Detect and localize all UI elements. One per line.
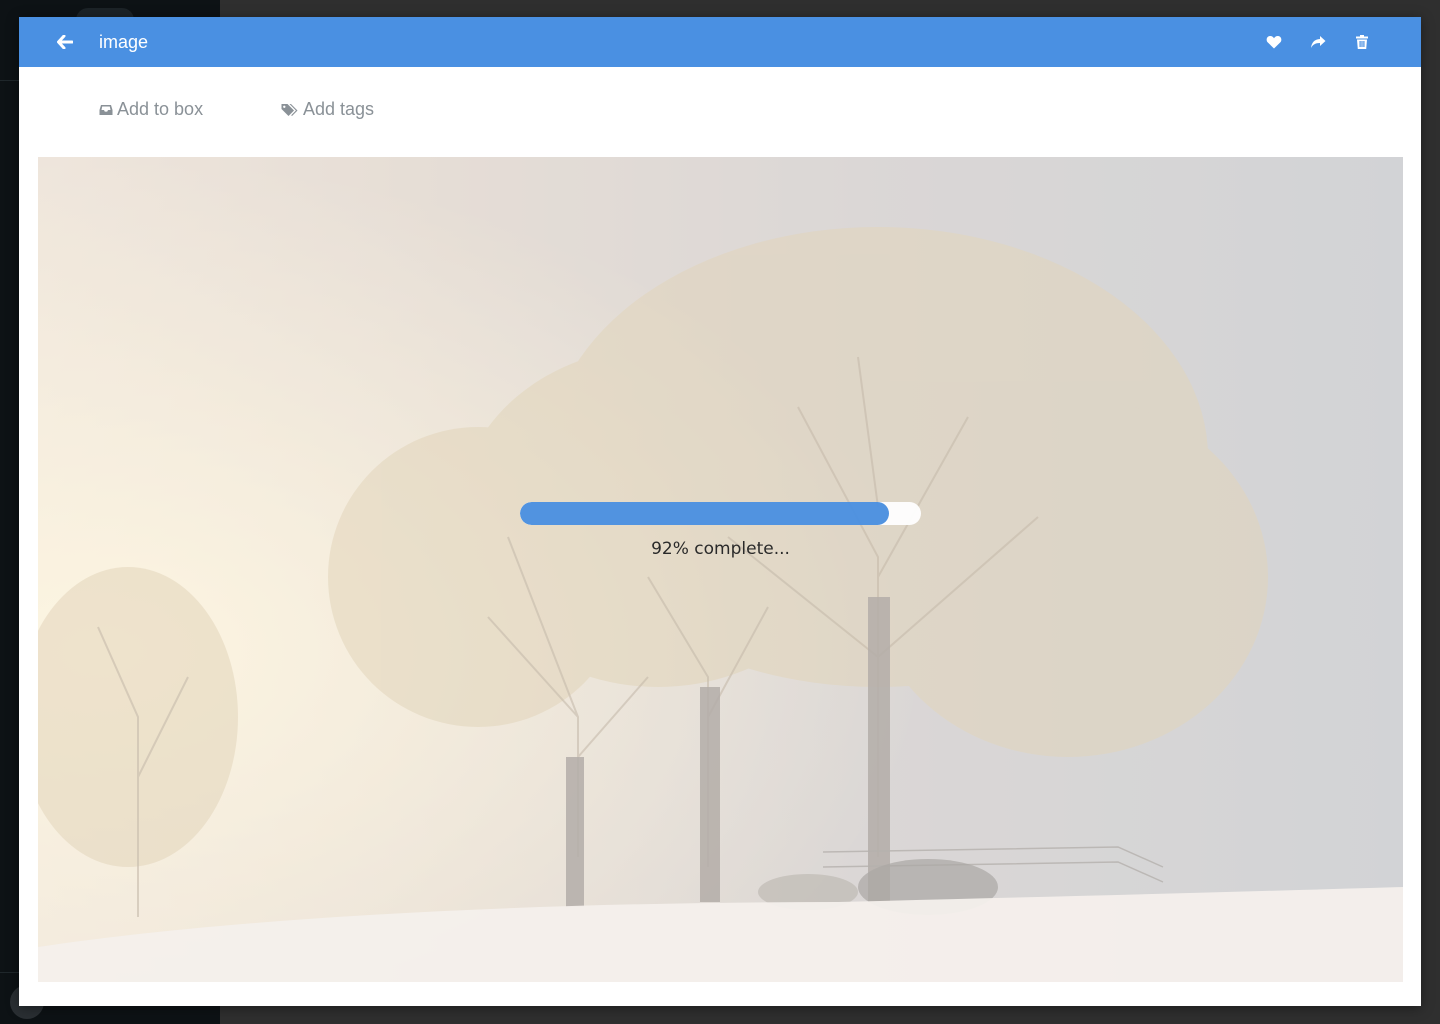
modal-title: image <box>99 32 149 52</box>
upload-progress: 92% complete... <box>520 502 921 559</box>
add-tags-label: Add tags <box>303 99 375 119</box>
header-actions <box>1265 31 1371 53</box>
delete-button[interactable] <box>1353 31 1371 53</box>
favorite-button[interactable] <box>1265 31 1283 53</box>
trash-icon <box>1356 35 1368 49</box>
back-button[interactable] <box>53 30 77 54</box>
share-button[interactable] <box>1309 31 1327 53</box>
arrow-left-icon <box>57 35 73 49</box>
image-preview: 92% complete... <box>38 157 1403 982</box>
progress-status: 92% complete... <box>651 539 790 559</box>
image-modal: image Add to box Add tags 92% complete..… <box>19 17 1421 1006</box>
progress-fill <box>520 502 889 525</box>
share-icon <box>1311 36 1326 48</box>
progress-track <box>520 502 921 525</box>
image-toolbar: Add to box Add tags <box>19 67 1421 157</box>
inbox-icon <box>99 104 113 115</box>
modal-header: image <box>19 17 1421 67</box>
winter-tree-photo <box>38 157 1403 982</box>
tags-icon <box>281 103 298 116</box>
add-to-box-button[interactable]: Add to box <box>99 99 203 120</box>
heart-icon <box>1266 35 1282 49</box>
add-to-box-label: Add to box <box>117 99 204 119</box>
add-tags-button[interactable]: Add tags <box>281 99 374 120</box>
